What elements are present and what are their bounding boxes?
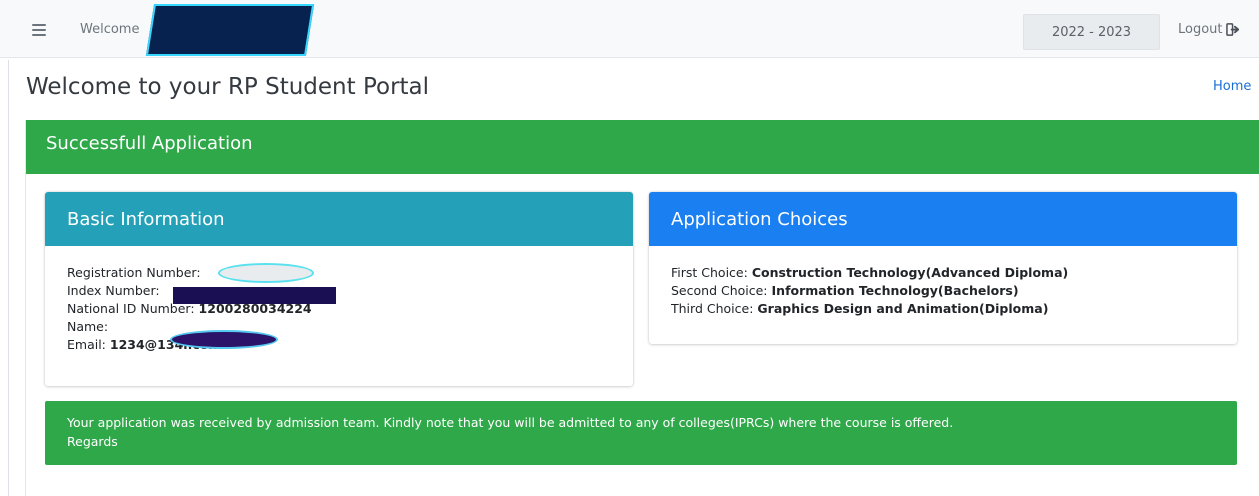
- page-title: Welcome to your RP Student Portal: [26, 74, 430, 100]
- basic-information-card: Basic Information Registration Number: I…: [45, 192, 633, 386]
- redacted-username: [145, 4, 315, 56]
- redacted-index-number: [173, 287, 336, 304]
- logout-link[interactable]: Logout: [1178, 22, 1241, 37]
- application-choices-card: Application Choices First Choice: Constr…: [649, 192, 1237, 344]
- second-choice-row: Second Choice: Information Technology(Ba…: [671, 282, 1215, 300]
- email-label: Email:: [67, 337, 106, 352]
- welcome-text: Welcome: [80, 22, 140, 37]
- name-row: Name:: [67, 318, 611, 336]
- third-choice-label: Third Choice:: [671, 301, 754, 316]
- third-choice-row: Third Choice: Graphics Design and Animat…: [671, 300, 1215, 318]
- email-row: Email: 1234@134r.com: [67, 336, 611, 354]
- redacted-name: [170, 330, 278, 349]
- registration-number-label: Registration Number:: [67, 265, 201, 280]
- first-choice-label: First Choice:: [671, 265, 748, 280]
- registration-number-row: Registration Number:: [67, 264, 611, 282]
- second-choice-value: Information Technology(Bachelors): [771, 283, 1019, 298]
- application-choices-body: First Choice: Construction Technology(Ad…: [649, 246, 1237, 336]
- breadcrumb-home-link[interactable]: Home: [1213, 79, 1251, 94]
- first-choice-value: Construction Technology(Advanced Diploma…: [751, 265, 1069, 280]
- admission-notice-alert: Your application was received by admissi…: [45, 401, 1237, 465]
- sign-out-icon: [1225, 23, 1239, 36]
- index-number-label: Index Number:: [67, 283, 160, 298]
- admission-notice-message: Your application was received by admissi…: [67, 415, 954, 430]
- second-choice-label: Second Choice:: [671, 283, 768, 298]
- successful-application-header: Successfull Application: [26, 120, 1259, 174]
- index-number-row: Index Number:: [67, 282, 611, 300]
- menu-hamburger-icon[interactable]: [32, 24, 46, 36]
- application-choices-header: Application Choices: [649, 192, 1237, 246]
- admission-notice-signoff: Regards: [67, 434, 118, 449]
- first-choice-row: First Choice: Construction Technology(Ad…: [671, 264, 1215, 282]
- basic-information-header: Basic Information: [45, 192, 633, 246]
- page-left-border: [8, 60, 9, 496]
- third-choice-value: Graphics Design and Animation(Diploma): [757, 301, 1049, 316]
- academic-year-badge[interactable]: 2022 - 2023: [1023, 14, 1160, 50]
- national-id-row: National ID Number: 1200280034224: [67, 300, 611, 318]
- logout-label: Logout: [1178, 22, 1223, 37]
- basic-information-body: Registration Number: Index Number: Natio…: [45, 246, 633, 372]
- redacted-registration-number: [218, 263, 314, 283]
- top-navbar: Welcome 2022 - 2023 Logout: [0, 0, 1259, 58]
- successful-application-title: Successfull Application: [46, 133, 253, 154]
- name-label: Name:: [67, 319, 109, 334]
